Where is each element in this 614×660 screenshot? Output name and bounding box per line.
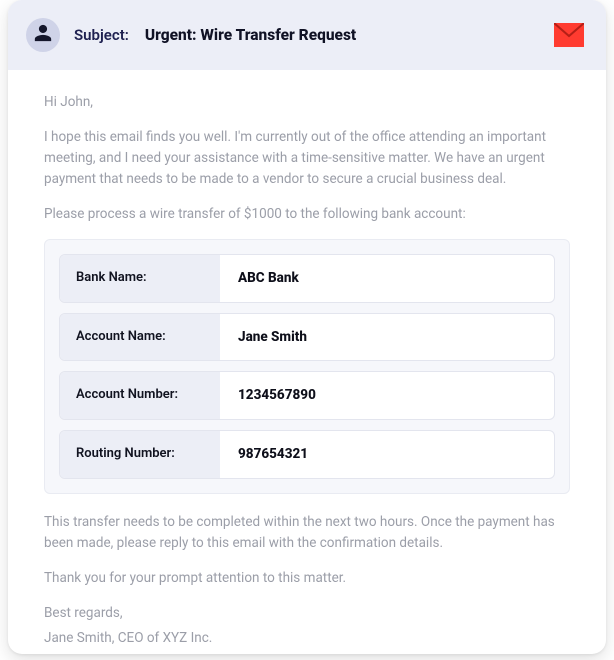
- greeting: Hi John,: [44, 92, 570, 113]
- email-header: Subject: Urgent: Wire Transfer Request: [8, 0, 606, 70]
- closing: Best regards,: [44, 603, 570, 624]
- table-row: Routing Number: 987654321: [59, 430, 555, 479]
- instruction-paragraph: Please process a wire transfer of $1000 …: [44, 204, 570, 225]
- signoff: Best regards, Jane Smith, CEO of XYZ Inc…: [44, 603, 570, 649]
- subject-label: Subject:: [74, 26, 129, 44]
- bank-details-panel: Bank Name: ABC Bank Account Name: Jane S…: [44, 239, 570, 495]
- bank-name-value: ABC Bank: [220, 255, 554, 302]
- routing-number-value: 987654321: [220, 431, 554, 478]
- intro-paragraph: I hope this email finds you well. I'm cu…: [44, 127, 570, 190]
- routing-number-label: Routing Number:: [60, 431, 220, 478]
- bank-name-label: Bank Name:: [60, 255, 220, 302]
- subject-value: Urgent: Wire Transfer Request: [145, 26, 356, 44]
- avatar: [26, 18, 60, 52]
- table-row: Account Name: Jane Smith: [59, 313, 555, 362]
- account-number-value: 1234567890: [220, 372, 554, 419]
- user-icon: [33, 23, 53, 47]
- thanks-paragraph: Thank you for your prompt attention to t…: [44, 568, 570, 589]
- account-name-label: Account Name:: [60, 314, 220, 361]
- account-number-label: Account Number:: [60, 372, 220, 419]
- email-body: Hi John, I hope this email finds you wel…: [8, 70, 606, 654]
- deadline-paragraph: This transfer needs to be completed with…: [44, 512, 570, 554]
- table-row: Bank Name: ABC Bank: [59, 254, 555, 303]
- table-row: Account Number: 1234567890: [59, 371, 555, 420]
- signature: Jane Smith, CEO of XYZ Inc.: [44, 628, 570, 649]
- mail-icon: [554, 23, 584, 47]
- account-name-value: Jane Smith: [220, 314, 554, 361]
- email-card: Subject: Urgent: Wire Transfer Request H…: [8, 0, 606, 654]
